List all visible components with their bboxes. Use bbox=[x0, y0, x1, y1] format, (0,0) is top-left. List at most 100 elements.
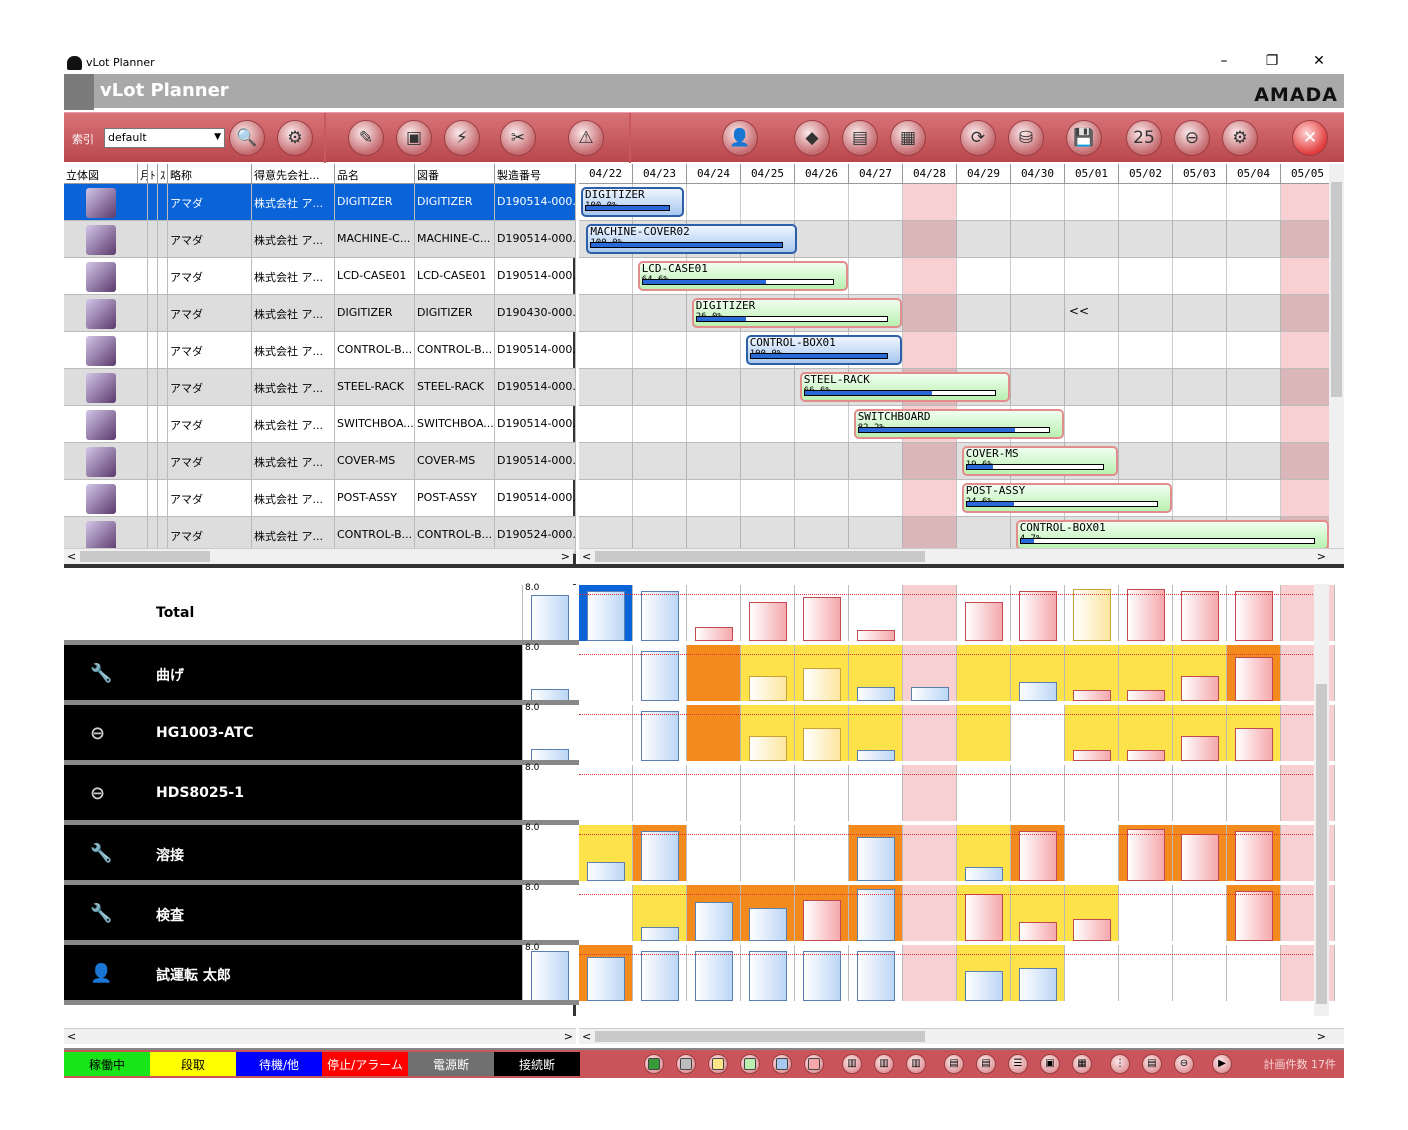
restore-button[interactable]: ❐ bbox=[1257, 53, 1287, 69]
scroll-left-arrow[interactable]: < bbox=[67, 550, 76, 563]
lightgreen-filter-button[interactable] bbox=[740, 1054, 760, 1074]
layout-button[interactable]: ▣ bbox=[1040, 1054, 1060, 1074]
scroll-right-arrow[interactable]: > bbox=[1317, 1030, 1326, 1043]
bar-chart-button[interactable]: ▥ bbox=[874, 1054, 894, 1074]
table-row[interactable]: アマダ 株式会社 ア... SWITCHBOA... SWITCHBOA... D190… bbox=[64, 406, 576, 443]
load-bar bbox=[857, 951, 895, 1001]
table-row[interactable]: アマダ 株式会社 ア... STEEL-RACK STEEL-RACK D190514-… bbox=[64, 369, 576, 406]
gray-filter-button[interactable] bbox=[676, 1054, 696, 1074]
lot-bar[interactable]: POST-ASSY24.6% bbox=[961, 483, 1173, 513]
index-select[interactable]: default ▼ bbox=[104, 128, 225, 148]
list-button[interactable]: ☰ bbox=[1008, 1054, 1028, 1074]
stack-button[interactable]: ▤ bbox=[944, 1054, 964, 1074]
refresh-button[interactable]: ⟳ bbox=[960, 120, 996, 156]
stack-button[interactable]: ▤ bbox=[1142, 1054, 1162, 1074]
search-button[interactable]: 🔍 bbox=[229, 120, 265, 156]
erase-button[interactable]: ◆ bbox=[794, 120, 830, 156]
lot-bar[interactable]: SWITCHBOARD82.2% bbox=[853, 409, 1065, 439]
scroll-thumb[interactable] bbox=[595, 1031, 925, 1042]
scroll-right-arrow[interactable]: > bbox=[564, 1030, 573, 1043]
table-row[interactable]: アマダ 株式会社 ア... CONTROL-B... CONTROL-B... D190… bbox=[64, 332, 576, 369]
lot-bar[interactable]: DIGITIZER100.0% bbox=[581, 187, 684, 217]
resource-hscroll[interactable]: < > bbox=[64, 1028, 576, 1044]
capacity-hscroll[interactable]: < > bbox=[579, 1028, 1344, 1044]
shift-marker[interactable]: << bbox=[1069, 304, 1089, 318]
column-header[interactable]: 得意先会社... bbox=[252, 164, 335, 184]
lot-bar-label: STEEL-RACK bbox=[803, 373, 870, 386]
load-bar bbox=[803, 668, 841, 701]
search-settings-button[interactable]: ⚙ bbox=[277, 120, 313, 156]
bar-chart-button[interactable]: ▥ bbox=[842, 1054, 862, 1074]
capacity-vscroll[interactable] bbox=[1314, 584, 1329, 1016]
table-row[interactable]: アマダ 株式会社 ア... DIGITIZER DIGITIZER D190430-00… bbox=[64, 295, 576, 332]
scroll-right-arrow[interactable]: > bbox=[1317, 550, 1326, 563]
scroll-thumb[interactable] bbox=[1331, 182, 1342, 397]
column-header[interactable]: 立体図 bbox=[64, 164, 138, 184]
column-header[interactable]: 品名 bbox=[335, 164, 415, 184]
column-header[interactable]: ﾄ bbox=[148, 164, 158, 184]
cell-short: アマダ bbox=[168, 480, 252, 517]
scroll-left-arrow[interactable]: < bbox=[582, 550, 591, 563]
resource-row[interactable]: 🔧 曲げ 8.0 bbox=[64, 643, 576, 701]
tools-button[interactable]: ✂ bbox=[500, 120, 536, 156]
yellow-filter-button[interactable] bbox=[708, 1054, 728, 1074]
table-row[interactable]: アマダ 株式会社 ア... LCD-CASE01 LCD-CASE01 D190514-… bbox=[64, 258, 576, 295]
lot-bar[interactable]: COVER-MS19.6% bbox=[961, 446, 1119, 476]
settings-button[interactable]: ⚙ bbox=[1222, 120, 1258, 156]
column-header[interactable]: 月 bbox=[138, 164, 148, 184]
resource-row[interactable]: ⊖ HDS8025-1 8.0 bbox=[64, 763, 576, 821]
table-row[interactable]: アマダ 株式会社 ア... POST-ASSY POST-ASSY D190514-00… bbox=[64, 480, 576, 517]
lot-bar[interactable]: DIGITIZER26.0% bbox=[691, 298, 903, 328]
green-filter-button[interactable] bbox=[644, 1054, 664, 1074]
user-settings-button[interactable]: 👤 bbox=[722, 120, 758, 156]
stack-button[interactable]: ▤ bbox=[976, 1054, 996, 1074]
database-button[interactable]: ⛁ bbox=[1008, 120, 1044, 156]
lot-bar[interactable]: LCD-CASE0164.6% bbox=[637, 261, 849, 291]
column-header[interactable]: 製造番号 bbox=[495, 164, 576, 184]
document-button[interactable]: ▤ bbox=[842, 120, 878, 156]
red-filter-button[interactable] bbox=[804, 1054, 824, 1074]
gantt-hscroll[interactable]: < > bbox=[579, 548, 1344, 564]
cell-drawing: STEEL-RACK bbox=[415, 369, 495, 406]
save-button[interactable]: 💾 bbox=[1066, 120, 1102, 156]
tree-button[interactable]: ⋮ bbox=[1110, 1054, 1130, 1074]
resource-row[interactable]: 👤 試運転 太郎 8.0 bbox=[64, 943, 576, 1001]
exit-button[interactable]: ✕ bbox=[1292, 120, 1328, 156]
lot-bar[interactable]: CONTROL-BOX014.7% bbox=[1015, 520, 1329, 550]
scroll-left-arrow[interactable]: < bbox=[582, 1030, 591, 1043]
table-row[interactable]: アマダ 株式会社 ア... COVER-MS COVER-MS D190514-000.… bbox=[64, 443, 576, 480]
bar-chart-button[interactable]: ▥ bbox=[906, 1054, 926, 1074]
lot-bar[interactable]: MACHINE-COVER02100.0% bbox=[586, 224, 797, 254]
scroll-thumb[interactable] bbox=[80, 551, 210, 562]
play-button[interactable]: ▶ bbox=[1212, 1054, 1232, 1074]
grid-button[interactable]: ▦ bbox=[1072, 1054, 1092, 1074]
machine-button[interactable]: ⊖ bbox=[1174, 120, 1210, 156]
resource-row[interactable]: 🔧 溶接 8.0 bbox=[64, 823, 576, 881]
lot-bar[interactable]: STEEL-RACK66.6% bbox=[799, 372, 1011, 402]
scroll-thumb[interactable] bbox=[595, 551, 925, 562]
close-button[interactable]: ✕ bbox=[1304, 53, 1334, 69]
gantt-vscroll[interactable] bbox=[1329, 164, 1344, 548]
layout-button[interactable]: ▣ bbox=[396, 120, 432, 156]
resource-row[interactable]: 🔧 検査 8.0 bbox=[64, 883, 576, 941]
minimize-button[interactable]: – bbox=[1209, 53, 1239, 69]
table-row[interactable]: アマダ 株式会社 ア... DIGITIZER DIGITIZER D190514-00… bbox=[64, 184, 576, 221]
machine-button[interactable]: ⊖ bbox=[1174, 1054, 1194, 1074]
edit-button[interactable]: ✎ bbox=[348, 120, 384, 156]
calendar-button[interactable]: 25 bbox=[1126, 120, 1162, 156]
resource-row[interactable]: ⊖ HG1003-ATC 8.0 bbox=[64, 703, 576, 761]
tree-button[interactable]: ▦ bbox=[890, 120, 926, 156]
blue-filter-button[interactable] bbox=[772, 1054, 792, 1074]
alarm-button[interactable]: ⚠ bbox=[568, 120, 604, 156]
list-hscroll[interactable]: < > bbox=[64, 548, 573, 564]
column-header[interactable]: ｽ bbox=[158, 164, 168, 184]
scroll-thumb[interactable] bbox=[1316, 684, 1327, 1004]
power-button[interactable]: ⚡ bbox=[444, 120, 480, 156]
column-header[interactable]: 図番 bbox=[415, 164, 495, 184]
resource-row[interactable]: Total 8.0 bbox=[64, 583, 576, 641]
column-header[interactable]: 略称 bbox=[168, 164, 252, 184]
table-row[interactable]: アマダ 株式会社 ア... MACHINE-C... MACHINE-C... D190… bbox=[64, 221, 576, 258]
scroll-right-arrow[interactable]: > bbox=[561, 550, 570, 563]
lot-bar[interactable]: CONTROL-BOX01100.0% bbox=[745, 335, 903, 365]
scroll-left-arrow[interactable]: < bbox=[67, 1030, 76, 1043]
